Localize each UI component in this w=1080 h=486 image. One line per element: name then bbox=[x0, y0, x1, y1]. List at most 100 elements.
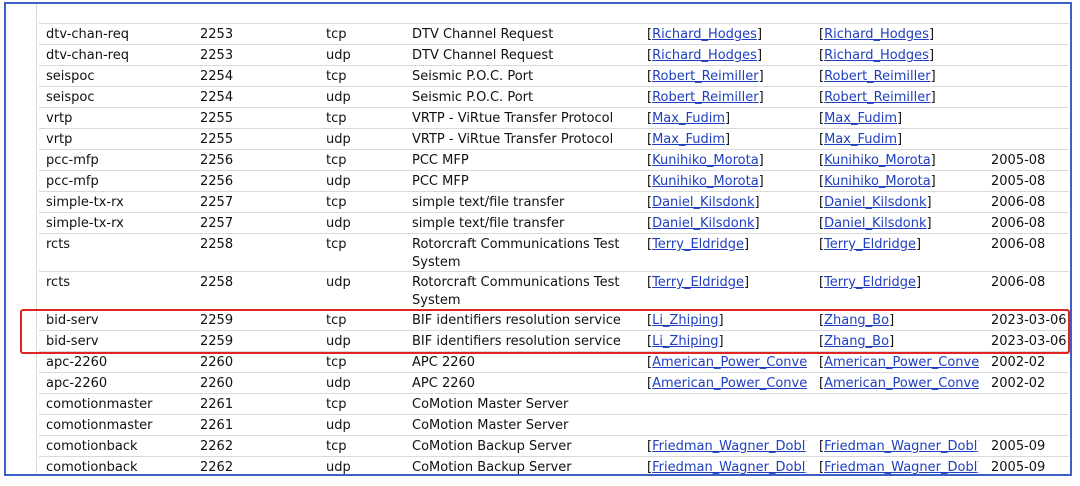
port-number: 2255 bbox=[200, 111, 234, 126]
assignee-link[interactable]: Richard_Hodges bbox=[652, 48, 757, 63]
transport-protocol: udp bbox=[326, 48, 351, 63]
assignee-link[interactable]: Li_Zhiping bbox=[652, 334, 718, 349]
registration-date: 2023-03-06 bbox=[991, 313, 1067, 328]
assignee-link[interactable]: Robert_Reimiller bbox=[652, 69, 759, 84]
transport-protocol: udp bbox=[326, 275, 351, 290]
bracket: ] bbox=[754, 195, 760, 210]
service-description: DTV Channel Request bbox=[412, 27, 554, 42]
contact-link[interactable]: Robert_Reimiller bbox=[824, 90, 931, 105]
assignee: [Richard_Hodges] bbox=[647, 26, 807, 44]
contact-link[interactable]: Kunihiko_Morota bbox=[824, 153, 931, 168]
table-row: apc-2260 2260 udp APC 2260 [American_Power_C… bbox=[39, 372, 1069, 393]
table-row: pcc-mfp 2256 tcp PCC MFP [Kunihiko_Morota] [K… bbox=[39, 149, 1069, 170]
contact-link[interactable]: Robert_Reimiller bbox=[824, 69, 931, 84]
bracket: ] bbox=[718, 313, 724, 328]
service-name: vrtp bbox=[46, 132, 73, 147]
contact-link[interactable]: Max_Fudim bbox=[824, 132, 897, 147]
assignee-link[interactable]: Robert_Reimiller bbox=[652, 90, 759, 105]
assignee-link[interactable]: Daniel_Kilsdonk bbox=[652, 216, 754, 231]
assignee-link[interactable]: Max_Fudim bbox=[652, 111, 725, 126]
service-name: vrtp bbox=[46, 111, 73, 126]
bracket: ] bbox=[977, 460, 979, 474]
port-number: 2258 bbox=[200, 237, 234, 252]
assignee-link[interactable]: Li_Zhiping bbox=[652, 313, 718, 328]
assignee: [Terry_Eldridge] bbox=[647, 236, 807, 254]
contact-link[interactable]: Friedman_Wagner_Dobl bbox=[824, 439, 977, 454]
service-description: VRTP - ViRtue Transfer Protocol bbox=[412, 132, 614, 147]
contact-link[interactable]: Friedman_Wagner_Dobl bbox=[824, 460, 977, 474]
assignee-link[interactable]: American_Power_Conve bbox=[652, 355, 807, 370]
assignee-link[interactable]: Richard_Hodges bbox=[652, 27, 757, 42]
transport-protocol: tcp bbox=[326, 397, 347, 412]
contact: [Zhang_Bo] bbox=[819, 312, 979, 330]
contact: [Robert_Reimiller] bbox=[819, 68, 979, 86]
contact-link[interactable]: American_Power_Conve bbox=[824, 355, 979, 370]
assignee-link[interactable]: Friedman_Wagner_Dobl bbox=[652, 439, 805, 454]
contact: [Robert_Reimiller] bbox=[819, 89, 979, 107]
registration-date: 2023-03-06 bbox=[991, 334, 1067, 349]
contact: [American_Power_Conve] bbox=[819, 375, 979, 393]
contact: [Terry_Eldridge] bbox=[819, 236, 979, 254]
table-row: dtv-chan-req 2253 tcp DTV Channel Request [R… bbox=[39, 23, 1069, 44]
table-row: bid-serv 2259 udp BIF identifiers resolutio… bbox=[39, 330, 1069, 351]
contact: [Daniel_Kilsdonk] bbox=[819, 194, 979, 212]
assignee: [American_Power_Conve] bbox=[647, 375, 807, 393]
table-row: bid-serv 2259 tcp BIF identifiers resolutio… bbox=[39, 309, 1069, 330]
port-number: 2259 bbox=[200, 334, 234, 349]
contact: [Friedman_Wagner_Dobl] bbox=[819, 459, 979, 474]
assignee-link[interactable]: Kunihiko_Morota bbox=[652, 174, 759, 189]
assignee: [Daniel_Kilsdonk] bbox=[647, 215, 807, 233]
service-description: PCC MFP bbox=[412, 174, 469, 189]
contact-link[interactable]: Zhang_Bo bbox=[824, 334, 889, 349]
transport-protocol: tcp bbox=[326, 237, 347, 252]
assignee-link[interactable]: Friedman_Wagner_Dobl bbox=[652, 460, 805, 474]
contact-link[interactable]: Daniel_Kilsdonk bbox=[824, 216, 926, 231]
assignee-link[interactable]: Terry_Eldridge bbox=[652, 275, 744, 290]
bracket: ] bbox=[889, 334, 895, 349]
contact: [Max_Fudim] bbox=[819, 131, 979, 149]
registration-date: 2005-08 bbox=[991, 174, 1046, 189]
contact-link[interactable]: American_Power_Conve bbox=[824, 376, 979, 391]
service-name: bid-serv bbox=[46, 334, 99, 349]
assignee-link[interactable]: Daniel_Kilsdonk bbox=[652, 195, 754, 210]
assignee: [Max_Fudim] bbox=[647, 110, 807, 128]
assignee-link[interactable]: American_Power_Conve bbox=[652, 376, 807, 391]
contact-link[interactable]: Richard_Hodges bbox=[824, 48, 929, 63]
contact-link[interactable]: Zhang_Bo bbox=[824, 313, 889, 328]
bracket: ] bbox=[758, 90, 764, 105]
contact-link[interactable]: Max_Fudim bbox=[824, 111, 897, 126]
registration-date: 2005-08 bbox=[991, 153, 1046, 168]
assignee-link[interactable]: Max_Fudim bbox=[652, 132, 725, 147]
bracket: ] bbox=[754, 216, 760, 231]
bracket: ] bbox=[897, 111, 903, 126]
assignee: [Terry_Eldridge] bbox=[647, 274, 807, 292]
service-description: DTV Channel Request bbox=[412, 48, 554, 63]
service-name: simple-tx-rx bbox=[46, 195, 124, 210]
contact-link[interactable]: Kunihiko_Morota bbox=[824, 174, 931, 189]
table-row: simple-tx-rx 2257 udp simple text/file tran… bbox=[39, 212, 1069, 233]
contact-link[interactable]: Richard_Hodges bbox=[824, 27, 929, 42]
service-name: pcc-mfp bbox=[46, 153, 99, 168]
bracket: ] bbox=[805, 439, 807, 454]
bracket: ] bbox=[758, 174, 764, 189]
bracket: ] bbox=[926, 216, 932, 231]
transport-protocol: tcp bbox=[326, 313, 347, 328]
contact-link[interactable]: Terry_Eldridge bbox=[824, 275, 916, 290]
table-row: seispoc 2254 tcp Seismic P.O.C. Port [Robert… bbox=[39, 65, 1069, 86]
service-description: VRTP - ViRtue Transfer Protocol bbox=[412, 111, 614, 126]
contact-link[interactable]: Terry_Eldridge bbox=[824, 237, 916, 252]
service-name: pcc-mfp bbox=[46, 174, 99, 189]
port-number: 2261 bbox=[200, 397, 234, 412]
service-description: simple text/file transfer bbox=[412, 195, 565, 210]
service-name: apc-2260 bbox=[46, 376, 108, 391]
transport-protocol: udp bbox=[326, 216, 351, 231]
table-body: dtv-chan-req 2253 tcp DTV Channel Request [R… bbox=[39, 23, 1069, 474]
service-description: Rotorcraft Communications Test System bbox=[412, 275, 620, 308]
contact-link[interactable]: Daniel_Kilsdonk bbox=[824, 195, 926, 210]
assignee-link[interactable]: Terry_Eldridge bbox=[652, 237, 744, 252]
port-number: 2258 bbox=[200, 275, 234, 290]
registration-date: 2002-02 bbox=[991, 376, 1046, 391]
service-description: CoMotion Backup Server bbox=[412, 439, 572, 454]
table-row: comotionback 2262 udp CoMotion Backup Serve… bbox=[39, 456, 1069, 474]
assignee-link[interactable]: Kunihiko_Morota bbox=[652, 153, 759, 168]
